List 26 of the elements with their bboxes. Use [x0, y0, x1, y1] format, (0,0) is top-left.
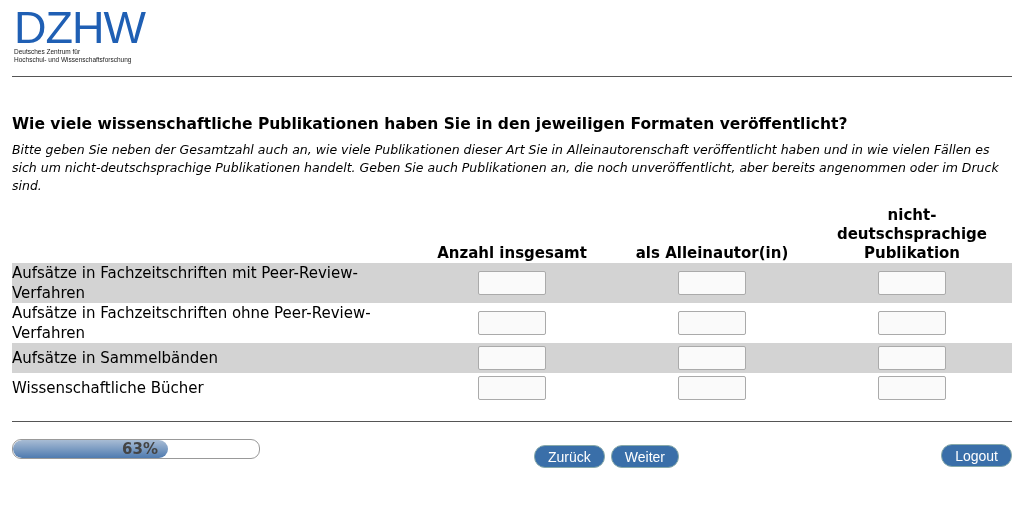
number-input-field[interactable]	[878, 376, 946, 400]
number-input-field[interactable]	[878, 311, 946, 335]
number-input-field[interactable]	[678, 346, 746, 370]
number-input-field[interactable]	[678, 271, 746, 295]
column-header: nicht-deutschsprachige Publikation	[835, 206, 989, 263]
row-label: Aufsätze in Fachzeitschriften mit Peer-Review-Verfahren	[12, 263, 359, 303]
question-instruction: Bitte geben Sie neben der Gesamtzahl auch an, wie viele Publikationen dieser Art Sie in Alleinautorenschaft veröffentlicht haben und in wie vielen Fällen es sich um nicht-deutschsprachige Publikationen handelt. Geben Sie auch Publikationen an, die noch unveröffentlicht, aber bereits angenommen oder im Druck sind.	[12, 141, 1000, 195]
number-input-field[interactable]	[678, 376, 746, 400]
number-input-field[interactable]	[878, 271, 946, 295]
nav-button[interactable]: Weiter	[610, 445, 679, 468]
number-input-field[interactable]	[478, 346, 546, 370]
column-header: als Alleinautor(in)	[634, 244, 790, 263]
row-label: Aufsätze in Fachzeitschriften ohne Peer-Review-Verfahren	[12, 303, 372, 343]
number-input-field[interactable]	[478, 376, 546, 400]
logout-button[interactable]: Logout	[941, 444, 1012, 467]
question-title: Wie viele wissenschaftliche Publikationen haben Sie in den jeweiligen Formaten veröffentlicht?	[12, 115, 849, 133]
progress-reading: 63%	[122, 440, 159, 458]
number-input-field[interactable]	[478, 311, 546, 335]
number-input-field[interactable]	[478, 271, 546, 295]
column-header: Anzahl insgesamt	[436, 244, 588, 263]
logo-wordmark: DZHW	[14, 8, 147, 48]
nav-button[interactable]: Zurück	[534, 445, 605, 468]
number-input-field[interactable]	[678, 311, 746, 335]
row-label: Wissenschaftliche Bücher	[12, 378, 204, 398]
number-input-field[interactable]	[878, 346, 946, 370]
row-label: Aufsätze in Sammelbänden	[12, 348, 219, 368]
